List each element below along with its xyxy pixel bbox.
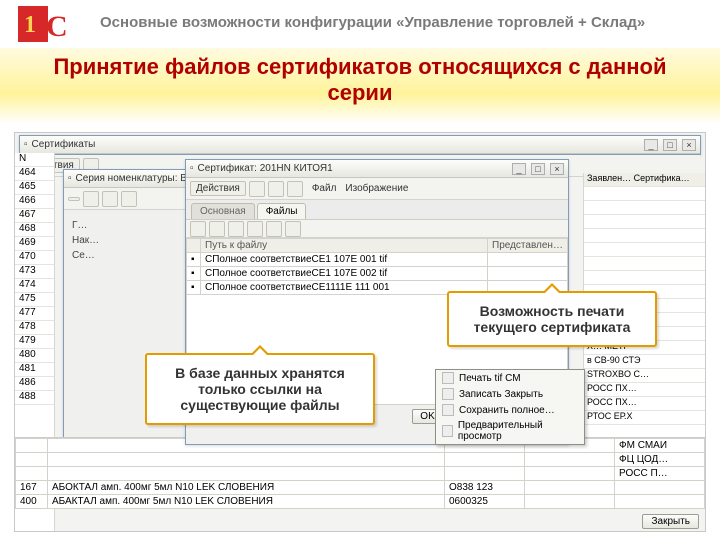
tab-main[interactable]: Основная — [191, 203, 255, 219]
page-title: Принятие файлов сертификатов относящихся… — [0, 48, 720, 124]
callout-print: Возможность печати текущего сертификата — [447, 291, 657, 347]
cell — [584, 187, 705, 201]
row-number: 486 — [15, 377, 54, 391]
tab-files[interactable]: Файлы — [257, 203, 307, 219]
print-icon — [442, 372, 454, 384]
callout-links: В базе данных хранятся только ссылки на … — [145, 353, 375, 425]
window-icon: ▫ — [190, 163, 194, 174]
close-icon[interactable]: × — [682, 139, 696, 151]
row-number: 470 — [15, 251, 54, 265]
col-header: Заявлен… Сертифика… — [584, 173, 705, 187]
cell — [584, 201, 705, 215]
cell: РОСС ПХ… — [584, 397, 705, 411]
toolbar-icon[interactable] — [268, 181, 284, 197]
preview-icon — [442, 425, 453, 437]
toolbar-icon[interactable] — [121, 191, 137, 207]
table-row[interactable]: 400АБАКТАЛ амп. 400мг 5мл N10 LEK СЛОВЕН… — [16, 509, 705, 510]
row-number: 468 — [15, 223, 54, 237]
table-row[interactable]: РОСС П… — [16, 467, 705, 481]
row-number: 467 — [15, 209, 54, 223]
actions-button[interactable] — [68, 197, 80, 201]
filter-icon[interactable] — [285, 221, 301, 237]
footer-close-button[interactable]: Закрыть — [642, 514, 699, 529]
actions-button[interactable]: Действия — [190, 181, 246, 196]
svg-text:1: 1 — [24, 12, 36, 38]
edit-icon[interactable] — [209, 221, 225, 237]
row-number: 488 — [15, 391, 54, 405]
delete-icon[interactable] — [228, 221, 244, 237]
back-window-titlebar[interactable]: ▫ Сертификаты _ □ × — [19, 135, 701, 155]
toolbar-icon[interactable] — [102, 191, 118, 207]
svg-text:С: С — [46, 10, 68, 42]
table-row[interactable]: 400АБАКТАЛ амп. 400мг 5мл N10 LEK СЛОВЕН… — [16, 495, 705, 509]
refresh-icon[interactable] — [247, 221, 263, 237]
row-number: 477 — [15, 307, 54, 321]
row-number: 474 — [15, 279, 54, 293]
col-header: N — [15, 153, 54, 167]
save-icon — [442, 388, 454, 400]
maximize-icon[interactable]: □ — [663, 139, 677, 151]
cell: в СВ-90 СТЭ — [584, 355, 705, 369]
context-menu[interactable]: Печать tif СМ Записать Закрыть Сохранить… — [435, 369, 585, 445]
row-number: 469 — [15, 237, 54, 251]
cell: РТОС ЕР.X — [584, 411, 705, 425]
tabs: Основная Файлы — [186, 200, 568, 220]
app-logo: 1 С — [18, 6, 78, 45]
row-number: 478 — [15, 321, 54, 335]
row-number: 479 — [15, 335, 54, 349]
cell: РОСС ПХ… — [584, 383, 705, 397]
cell — [584, 229, 705, 243]
cell: STROXBO C… — [584, 369, 705, 383]
cell — [584, 271, 705, 285]
minimize-icon[interactable]: _ — [512, 163, 526, 175]
row-number: 481 — [15, 363, 54, 377]
row-number: 466 — [15, 195, 54, 209]
menu-item-print[interactable]: Печать tif СМ — [436, 370, 584, 386]
table-row[interactable]: ▪CПолное соответствиеCE1 107E 001 tif — [187, 253, 568, 267]
file-menu[interactable]: Файл — [312, 183, 337, 194]
row-number: 480 — [15, 349, 54, 363]
window-icon: ▫ — [68, 173, 72, 184]
cell — [584, 215, 705, 229]
certificate-window-title: Сертификат: 201HN КИТОЯ1 — [198, 163, 333, 174]
row-number: 473 — [15, 265, 54, 279]
toolbar-icon[interactable] — [249, 181, 265, 197]
table-row[interactable]: ▪CПолное соответствиеCE1 107E 002 tif — [187, 267, 568, 281]
image-menu[interactable]: Изображение — [345, 183, 408, 194]
minimize-icon[interactable]: _ — [644, 139, 658, 151]
workspace: ▫ Сертификаты _ □ × Действия N 464 465 4… — [14, 132, 706, 532]
save-icon — [442, 404, 454, 416]
col-representation[interactable]: Представлен… — [488, 239, 568, 253]
row-number: 464 — [15, 167, 54, 181]
menu-item-save-close[interactable]: Записать Закрыть — [436, 386, 584, 402]
table-row[interactable]: ФЦ ЦОД… — [16, 453, 705, 467]
window-icon: ▫ — [24, 139, 28, 150]
config-subtitle: Основные возможности конфигурации «Управ… — [100, 14, 645, 31]
col-path[interactable]: Путь к файлу — [201, 239, 488, 253]
help-icon[interactable] — [287, 181, 303, 197]
files-toolbar — [186, 220, 568, 238]
bottom-grid[interactable]: ФМ СМАИ ФЦ ЦОД… РОСС П… 167АБОКТАЛ амп. … — [15, 437, 705, 509]
row-number: 465 — [15, 181, 54, 195]
cell — [584, 257, 705, 271]
close-icon[interactable]: × — [550, 163, 564, 175]
menu-item-save-full[interactable]: Сохранить полное… — [436, 402, 584, 418]
back-window-title: Сертификаты — [32, 139, 96, 150]
table-row[interactable]: 167АБОКТАЛ амп. 400мг 5мл N10 LEK СЛОВЕН… — [16, 481, 705, 495]
maximize-icon[interactable]: □ — [531, 163, 545, 175]
row-number: 475 — [15, 293, 54, 307]
sort-icon[interactable] — [266, 221, 282, 237]
add-icon[interactable] — [190, 221, 206, 237]
cell — [584, 243, 705, 257]
certificate-toolbar: Действия Файл Изображение — [186, 178, 568, 200]
series-window-title: Серия номенклатуры: В… — [76, 173, 197, 184]
toolbar-icon[interactable] — [83, 191, 99, 207]
menu-item-preview[interactable]: Предварительный просмотр — [436, 418, 584, 444]
